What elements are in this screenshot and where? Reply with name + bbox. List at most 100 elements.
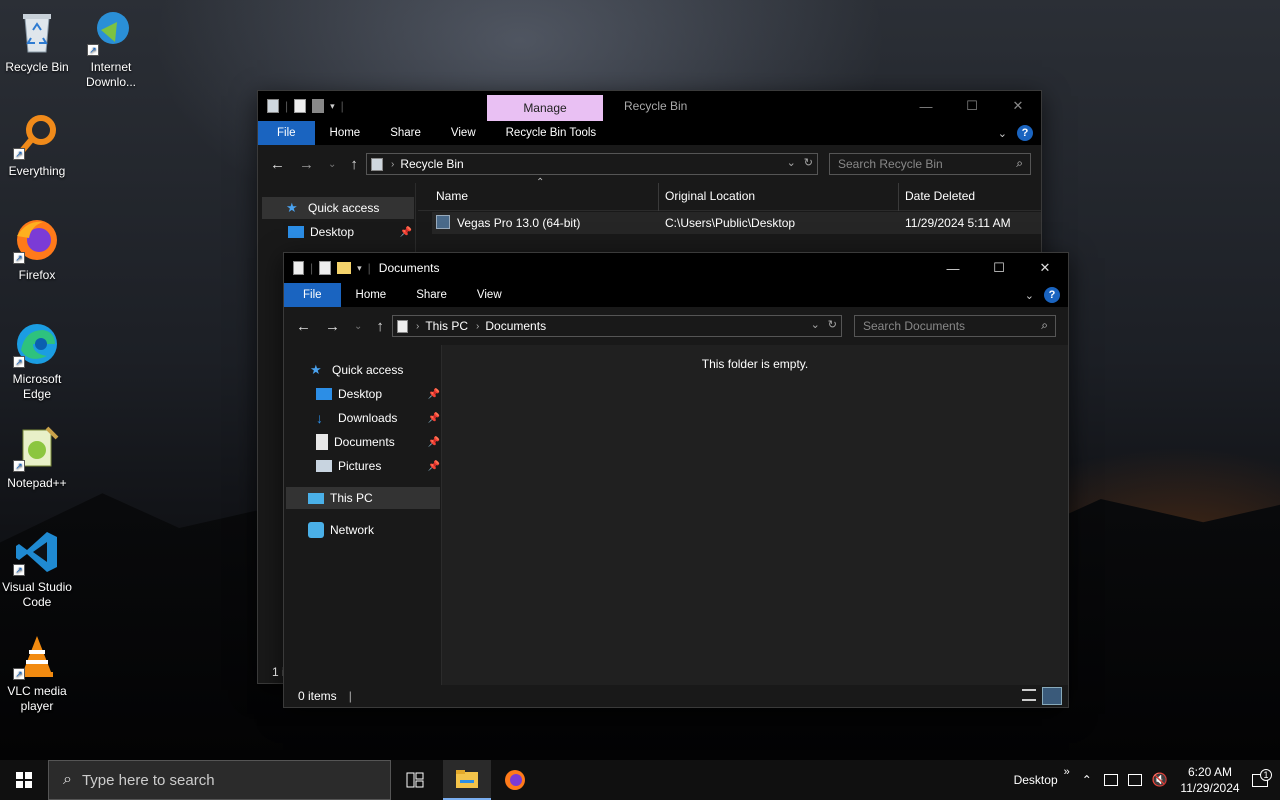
help-icon[interactable]: ? xyxy=(1017,125,1033,141)
network-status-icon[interactable] xyxy=(1127,774,1142,786)
nav-item-label: Pictures xyxy=(338,459,382,473)
breadcrumb-recycle-bin[interactable]: Recycle Bin xyxy=(400,157,463,171)
column-header-name[interactable]: Name xyxy=(436,189,468,203)
desktop-icon-label: Visual Studio Code xyxy=(2,580,72,609)
back-arrow-icon[interactable]: ← xyxy=(296,318,311,335)
clock[interactable]: 6:20 AM 11/29/2024 xyxy=(1180,764,1240,796)
forward-arrow-icon[interactable]: → xyxy=(325,318,340,335)
customize-qat-icon[interactable]: ▾ xyxy=(330,101,335,112)
desktop-icon-vscode[interactable]: ↗ Visual Studio Code xyxy=(0,528,74,610)
nav-item-desktop[interactable]: Desktop 📌 xyxy=(288,221,412,243)
up-arrow-icon[interactable]: ↑ xyxy=(376,318,384,335)
breadcrumb-this-pc[interactable]: This PC xyxy=(425,319,468,333)
tab-recycle-bin-tools[interactable]: Recycle Bin Tools xyxy=(491,121,612,145)
minimize-button[interactable]: — xyxy=(930,253,976,283)
desktop-icon-internet-download-manager[interactable]: ↗ Internet Downlo... xyxy=(74,8,148,90)
table-row[interactable]: Vegas Pro 13.0 (64-bit) C:\Users\Public\… xyxy=(432,212,1041,234)
taskbar-firefox[interactable] xyxy=(491,760,539,800)
file-explorer-icon xyxy=(456,770,478,788)
shortcut-arrow-icon: ↗ xyxy=(13,564,25,576)
new-folder-icon[interactable] xyxy=(312,99,325,113)
taskbar-file-explorer[interactable] xyxy=(443,760,491,800)
nav-item-pictures[interactable]: Pictures 📌 xyxy=(316,455,440,477)
documents-window[interactable]: | ▾ | Documents — ☐ ✕ File Home Share Vi… xyxy=(283,252,1069,708)
expand-ribbon-icon[interactable]: ⌄ xyxy=(1025,289,1034,302)
address-bar[interactable]: › This PC › Documents ⌄ ↻ xyxy=(392,315,842,337)
show-hidden-icons-chevron[interactable]: ⌃ xyxy=(1082,773,1092,787)
address-bar[interactable]: › Recycle Bin ⌄ ↻ xyxy=(366,153,818,175)
refresh-icon[interactable]: ↻ xyxy=(804,156,813,169)
vscode-icon: ↗ xyxy=(13,528,61,576)
customize-qat-icon[interactable]: ▾ xyxy=(357,263,362,274)
tab-share[interactable]: Share xyxy=(375,121,436,145)
pin-icon[interactable]: 📌 xyxy=(428,413,440,424)
taskbar-search-box[interactable]: ⌕ Type here to search xyxy=(48,760,391,800)
nav-item-label: Quick access xyxy=(308,201,380,215)
new-folder-icon[interactable] xyxy=(337,262,352,274)
nav-item-downloads[interactable]: ↓ Downloads 📌 xyxy=(316,407,440,429)
help-icon[interactable]: ? xyxy=(1044,287,1060,303)
recent-locations-icon[interactable]: ⌄ xyxy=(328,159,336,170)
nav-item-label: Documents xyxy=(334,435,395,449)
desktop-icon-edge[interactable]: ↗ Microsoft Edge xyxy=(0,320,74,402)
tab-share[interactable]: Share xyxy=(401,283,462,307)
address-tail: ⌄ ↻ xyxy=(811,318,837,331)
start-button[interactable] xyxy=(0,760,48,800)
security-alert-icon[interactable] xyxy=(1103,774,1118,786)
manage-context-tab[interactable]: Manage xyxy=(487,95,603,121)
minimize-button[interactable]: — xyxy=(903,91,949,121)
up-arrow-icon[interactable]: ↑ xyxy=(350,156,358,173)
volume-muted-icon[interactable]: 🔇 xyxy=(1152,772,1168,788)
tab-home[interactable]: Home xyxy=(341,283,402,307)
close-button[interactable]: ✕ xyxy=(995,91,1041,121)
toolbar-overflow-icon[interactable]: » xyxy=(1064,766,1070,778)
search-input[interactable]: Search Documents ⌕ xyxy=(854,315,1056,337)
pin-icon[interactable]: 📌 xyxy=(428,437,440,448)
desktop-toolbar-label[interactable]: Desktop xyxy=(1014,773,1058,787)
search-input[interactable]: Search Recycle Bin ⌕ xyxy=(829,153,1031,175)
title-bar[interactable]: | ▾ | Documents — ☐ ✕ xyxy=(284,253,1068,283)
properties-icon[interactable] xyxy=(294,99,307,113)
dropdown-chevron-icon[interactable]: ⌄ xyxy=(787,156,796,169)
column-divider[interactable] xyxy=(898,183,899,211)
tab-view[interactable]: View xyxy=(462,283,517,307)
large-icons-view-button[interactable] xyxy=(1042,687,1062,705)
desktop-icon-firefox[interactable]: ↗ Firefox xyxy=(0,216,74,283)
column-header-original-location[interactable]: Original Location xyxy=(665,189,755,203)
nav-item-this-pc[interactable]: This PC xyxy=(286,487,440,509)
notification-count-badge: 1 xyxy=(1260,768,1272,781)
nav-item-quick-access[interactable]: ★ Quick access xyxy=(262,197,414,219)
maximize-button[interactable]: ☐ xyxy=(949,91,995,121)
expand-ribbon-icon[interactable]: ⌄ xyxy=(998,127,1007,140)
desktop-icon-everything[interactable]: ↗ Everything xyxy=(0,112,74,179)
tab-file[interactable]: File xyxy=(284,283,341,307)
desktop-icon-notepadplusplus[interactable]: ↗ Notepad++ xyxy=(0,424,74,491)
nav-item-quick-access[interactable]: ★ Quick access xyxy=(310,359,440,381)
back-arrow-icon[interactable]: ← xyxy=(270,156,285,173)
forward-arrow-icon[interactable]: → xyxy=(299,156,314,173)
pin-icon[interactable]: 📌 xyxy=(428,461,440,472)
column-divider[interactable] xyxy=(658,183,659,211)
desktop-icon-recycle-bin[interactable]: Recycle Bin xyxy=(0,8,74,75)
refresh-icon[interactable]: ↻ xyxy=(828,318,837,331)
nav-item-desktop[interactable]: Desktop 📌 xyxy=(316,383,440,405)
close-button[interactable]: ✕ xyxy=(1022,253,1068,283)
properties-icon[interactable] xyxy=(319,261,332,275)
title-bar[interactable]: | ▾ | Manage Recycle Bin — ☐ ✕ xyxy=(258,91,1041,121)
recent-locations-icon[interactable]: ⌄ xyxy=(354,321,362,332)
nav-item-documents[interactable]: Documents 📌 xyxy=(316,431,440,453)
breadcrumb-documents[interactable]: Documents xyxy=(485,319,546,333)
notification-center-button[interactable]: 1 xyxy=(1240,768,1280,787)
pin-icon[interactable]: 📌 xyxy=(428,389,440,400)
tab-file[interactable]: File xyxy=(258,121,315,145)
nav-item-network[interactable]: Network xyxy=(308,519,438,541)
tab-home[interactable]: Home xyxy=(315,121,376,145)
pin-icon[interactable]: 📌 xyxy=(400,227,412,238)
maximize-button[interactable]: ☐ xyxy=(976,253,1022,283)
column-header-date-deleted[interactable]: Date Deleted xyxy=(905,189,975,203)
details-view-button[interactable] xyxy=(1022,689,1036,701)
dropdown-chevron-icon[interactable]: ⌄ xyxy=(811,318,820,331)
tab-view[interactable]: View xyxy=(436,121,491,145)
task-view-button[interactable] xyxy=(391,760,439,800)
desktop-icon-vlc[interactable]: ↗ VLC media player xyxy=(0,632,74,714)
